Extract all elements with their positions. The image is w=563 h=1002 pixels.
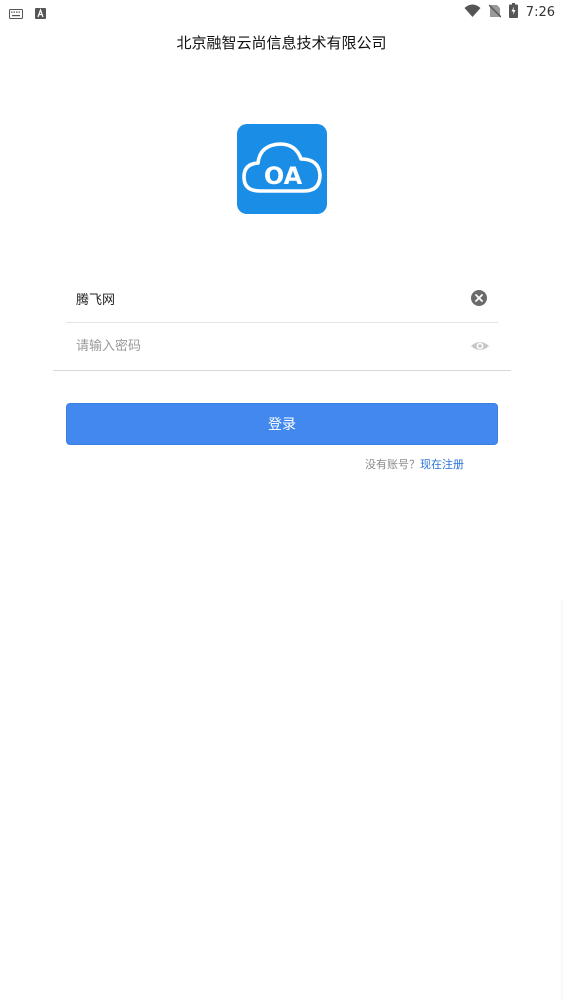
username-input[interactable] bbox=[76, 274, 456, 322]
register-row: 没有账号？现在注册 bbox=[0, 456, 464, 472]
status-bar: 7:26 bbox=[0, 0, 563, 24]
cloud-icon: OA bbox=[240, 137, 324, 201]
text-a-icon bbox=[35, 4, 46, 23]
status-right: 7:26 bbox=[464, 3, 555, 22]
keyboard-icon bbox=[9, 4, 23, 23]
register-link[interactable]: 现在注册 bbox=[420, 458, 464, 471]
eye-icon[interactable] bbox=[470, 337, 489, 355]
clear-circle-icon[interactable] bbox=[470, 289, 488, 307]
username-field bbox=[66, 274, 498, 323]
no-sim-icon bbox=[488, 3, 502, 22]
app-logo: OA bbox=[237, 124, 327, 214]
logo-text: OA bbox=[264, 162, 303, 190]
status-left bbox=[9, 4, 46, 23]
wifi-icon bbox=[464, 3, 481, 22]
login-screen: 7:26 北京融智云尚信息技术有限公司 OA 腾飞网 登录 没有账号？现在注册 bbox=[0, 0, 563, 1002]
form-divider bbox=[53, 370, 511, 371]
page-title: 北京融智云尚信息技术有限公司 bbox=[176, 34, 387, 52]
battery-charging-icon bbox=[508, 3, 518, 22]
password-input[interactable] bbox=[76, 322, 456, 370]
status-time: 7:26 bbox=[525, 5, 555, 20]
login-button[interactable]: 登录 bbox=[66, 403, 498, 445]
register-hint: 没有账号？ bbox=[365, 458, 420, 471]
password-field bbox=[66, 322, 498, 370]
